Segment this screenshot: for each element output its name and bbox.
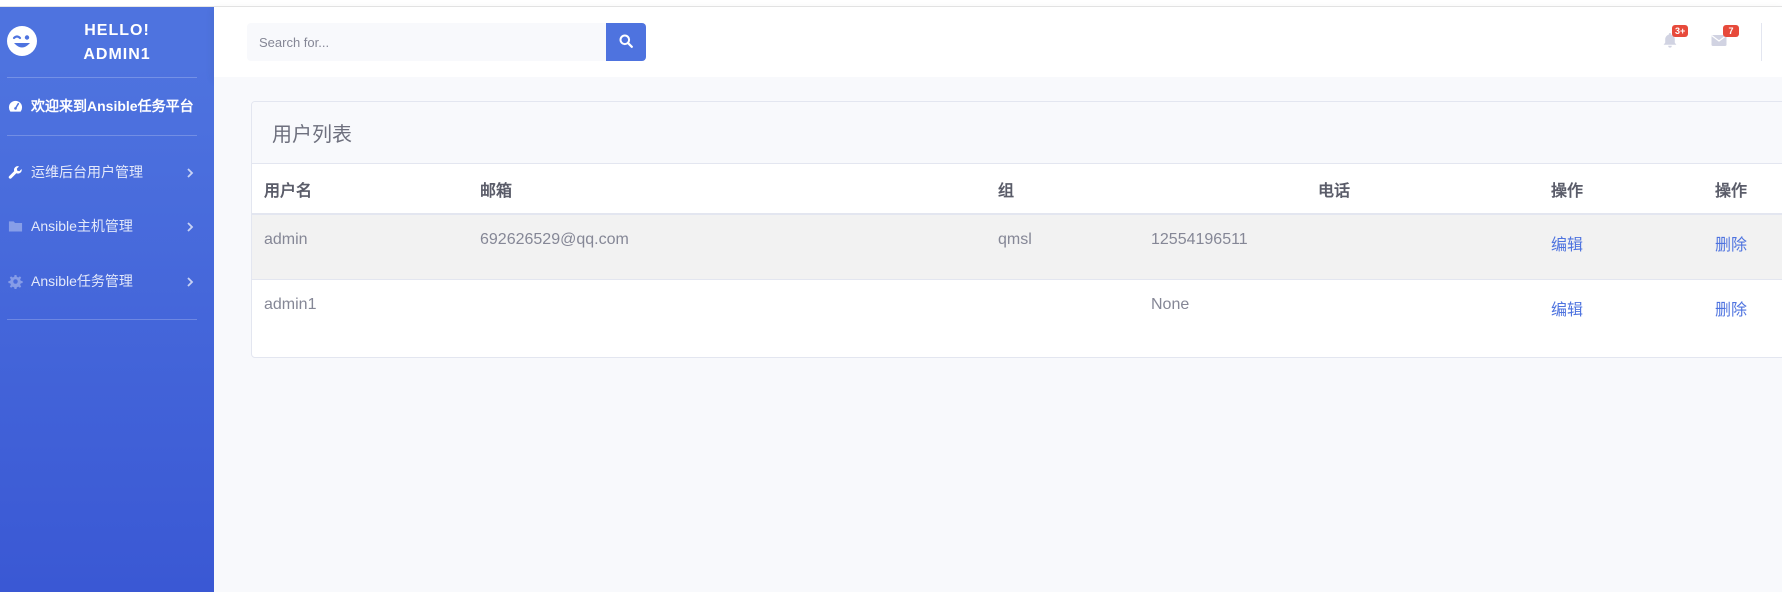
search-input[interactable] xyxy=(247,23,606,61)
grin-wink-icon xyxy=(6,25,38,57)
cell-username: admin xyxy=(264,231,308,248)
alerts-dropdown[interactable]: 3+ xyxy=(1661,25,1689,53)
card-title: 用户列表 xyxy=(252,102,1782,164)
user-list-card: 用户列表 用户名 邮箱 组 电话 操作 操作 admin 692626529@q… xyxy=(251,101,1782,358)
topbar: 3+ 7 xyxy=(214,7,1782,77)
cell-delete: 删除 xyxy=(1715,279,1782,344)
sidebar-divider xyxy=(7,77,197,78)
search-button[interactable] xyxy=(606,23,646,61)
cell-email xyxy=(480,279,998,344)
table-row: admin 692626529@qq.com qmsl 12554196511 … xyxy=(252,214,1782,279)
sidebar-item-user-management[interactable]: 运维后台用户管理 xyxy=(0,152,214,192)
messages-dropdown[interactable]: 7 xyxy=(1710,25,1739,53)
sidebar-divider xyxy=(7,135,197,136)
sidebar-divider xyxy=(7,319,197,320)
column-header-username: 用户名 xyxy=(264,182,313,200)
sidebar-item-label: Ansible任务管理 xyxy=(31,273,133,289)
cell-username: admin1 xyxy=(264,295,317,313)
alerts-badge: 3+ xyxy=(1672,25,1689,37)
brand-title: HELLO! ADMIN1 xyxy=(62,19,172,67)
tachometer-icon xyxy=(7,98,23,114)
column-header-phone-label: 电话 xyxy=(1318,182,1351,200)
cell-phone-value: None xyxy=(1151,295,1190,313)
wrench-icon xyxy=(7,164,23,180)
sidebar-item-label: 欢迎来到Ansible任务平台 xyxy=(31,98,194,114)
topbar-divider xyxy=(1761,23,1762,61)
search-form xyxy=(247,23,646,61)
cell-edit: 编辑 xyxy=(1551,214,1715,279)
column-header-group: 组 xyxy=(998,182,1015,200)
edit-link[interactable]: 编辑 xyxy=(1551,237,1583,254)
column-header-email: 邮箱 xyxy=(480,182,513,200)
column-header-phone: 电话 xyxy=(1318,164,1551,214)
search-icon xyxy=(619,34,633,51)
main-content: 用户列表 用户名 邮箱 组 电话 操作 操作 admin 692626529@q… xyxy=(214,77,1782,592)
sidebar-item-host-management[interactable]: Ansible主机管理 xyxy=(0,206,214,246)
cell-phone-value: 12554196511 xyxy=(1151,231,1248,248)
sidebar: HELLO! ADMIN1 欢迎来到Ansible任务平台 运维后台用户管理 A… xyxy=(0,7,214,592)
column-header-edit: 操作 xyxy=(1551,182,1584,200)
sidebar-item-label: 运维后台用户管理 xyxy=(31,164,143,180)
table-header-row: 用户名 邮箱 组 电话 操作 操作 xyxy=(252,164,1782,214)
bell-icon xyxy=(1661,33,1679,53)
cell-edit: 编辑 xyxy=(1551,279,1715,344)
chevron-right-icon xyxy=(184,166,196,178)
envelope-icon xyxy=(1710,35,1728,53)
brand-line-2: ADMIN1 xyxy=(83,46,151,63)
sidebar-item-task-management[interactable]: Ansible任务管理 xyxy=(0,261,214,301)
chevron-right-icon xyxy=(184,275,196,287)
sidebar-item-dashboard[interactable]: 欢迎来到Ansible任务平台 xyxy=(0,86,214,126)
delete-link[interactable]: 删除 xyxy=(1715,237,1747,254)
messages-badge: 7 xyxy=(1723,25,1739,37)
edit-link[interactable]: 编辑 xyxy=(1551,302,1583,319)
sidebar-item-label: Ansible主机管理 xyxy=(31,218,133,234)
cell-email: 692626529@qq.com xyxy=(480,231,629,248)
folder-icon xyxy=(7,218,23,234)
brand-line-1: HELLO! xyxy=(84,22,150,39)
sidebar-brand[interactable]: HELLO! ADMIN1 xyxy=(0,7,214,77)
column-header-delete: 操作 xyxy=(1715,182,1748,200)
table-row: admin1 None 编辑 删除 xyxy=(252,279,1782,344)
window-top-edge xyxy=(0,0,1782,7)
delete-link[interactable]: 删除 xyxy=(1715,302,1747,319)
cell-phone: None xyxy=(1151,279,1551,344)
cell-phone: 12554196511 xyxy=(1151,214,1551,279)
cog-icon xyxy=(7,273,23,289)
cell-delete: 删除 xyxy=(1715,214,1782,279)
user-table: 用户名 邮箱 组 电话 操作 操作 admin 692626529@qq.com… xyxy=(252,164,1782,344)
chevron-right-icon xyxy=(184,220,196,232)
